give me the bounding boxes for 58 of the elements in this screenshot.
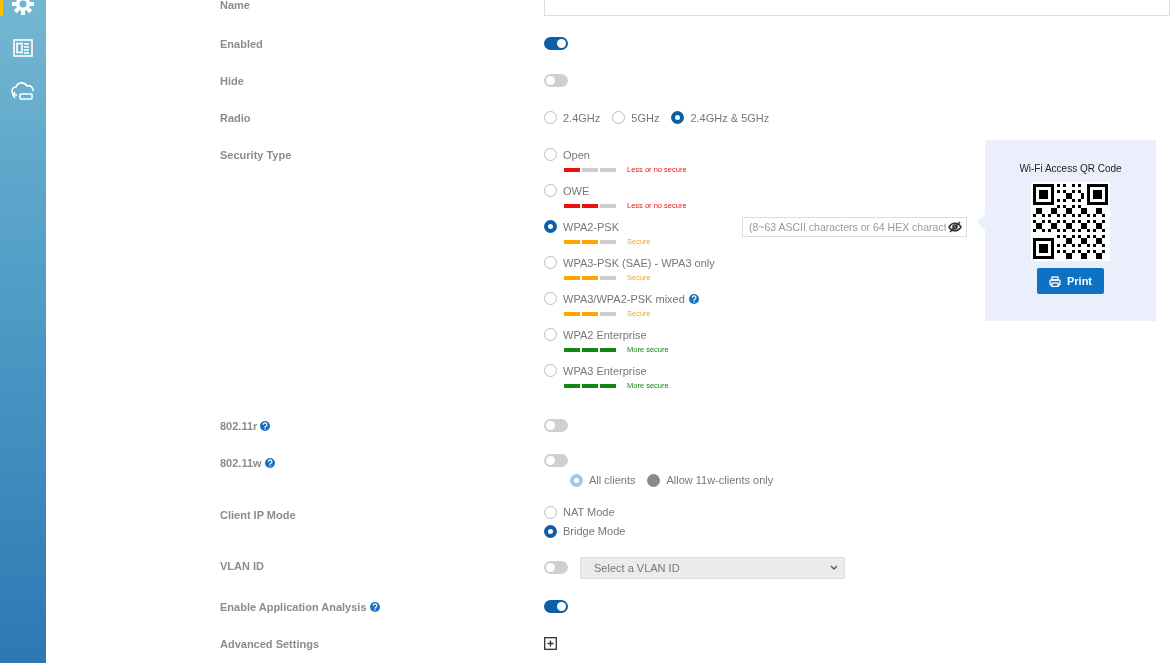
option-label: NAT Mode [563,506,615,518]
help-icon[interactable] [260,420,271,431]
help-icon[interactable] [264,457,275,468]
eye-slash-icon[interactable] [948,220,962,233]
option-label: 2.4GHz [563,111,601,124]
option-label: Bridge Mode [563,525,626,537]
toggle-switch[interactable] [544,600,568,613]
radio-button[interactable] [544,364,557,377]
radio-button[interactable] [544,524,557,538]
option-label: WPA3/WPA2-PSK mixed [563,292,685,305]
toggle-switch[interactable] [544,419,568,432]
field-label: 802.11w [220,456,262,469]
printer-icon [1048,275,1061,287]
option-label: 5GHz [631,111,660,124]
toggle-switch[interactable] [544,453,568,467]
radio-button[interactable] [544,328,557,341]
field-label: Security Type [220,148,292,161]
radio-button[interactable] [544,505,557,519]
option-label: WPA3 Enterprise [563,364,647,377]
document-icon[interactable] [13,39,33,57]
field-label: Enable Application Analysis [220,600,367,613]
option-label: All clients [589,474,636,486]
field-label: VLAN ID [220,559,264,572]
radio-button[interactable] [544,111,557,124]
field-label: Enabled [220,37,263,50]
name-input-field[interactable] [544,0,1170,16]
radio-button[interactable] [544,220,557,233]
toggle-switch[interactable] [544,561,568,574]
password-field[interactable]: (8~63 ASCII characters or 64 HEX charact [742,216,967,237]
radio-button[interactable] [671,111,685,124]
chevron-down-icon [830,565,838,570]
option-label: WPA2-PSK [563,220,620,233]
field-label: Hide [220,74,244,87]
option-label: WPA2 Enterprise [563,328,647,341]
field-label: 802.11r [220,419,258,432]
field-label: Advanced Settings [220,637,320,650]
panel-title: Wi-Fi Access QR Code [1019,163,1122,174]
vlan-select[interactable]: Select a VLAN ID [580,556,845,579]
field-label: Name [220,0,250,11]
help-icon[interactable] [688,293,699,304]
option-label: Open [563,148,590,161]
toggle-switch[interactable] [544,74,568,87]
radio-button[interactable] [544,148,557,161]
toggle-switch[interactable] [544,37,568,50]
cloud-icon[interactable] [11,82,35,102]
radio-button[interactable] [544,184,557,197]
radio-button[interactable] [544,292,557,305]
option-label: 2.4GHz & 5GHz [690,111,770,124]
radio-button[interactable] [544,256,557,269]
help-icon[interactable] [369,601,380,612]
option-label: WPA3-PSK (SAE) - WPA3 only [563,256,715,269]
option-label: Allow 11w-clients only [666,474,774,486]
expand-icon[interactable] [544,637,557,650]
radio-button[interactable] [612,111,626,124]
print-button[interactable]: Print [1037,268,1104,294]
option-label: OWE [563,184,590,197]
field-label: Radio [220,111,251,124]
field-label: Client IP Mode [220,508,296,521]
